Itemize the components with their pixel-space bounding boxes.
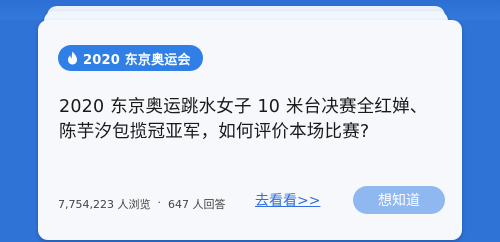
topic-tag-label: 2020 东京奥运会 <box>83 52 191 68</box>
question-card[interactable]: 2020 东京奥运会 2020 东京奥运跳水女子 10 米台决赛全红婵、 陈芋汐… <box>38 20 462 240</box>
flame-icon <box>68 51 77 65</box>
go-see-link[interactable]: 去看看>> <box>255 190 320 210</box>
question-line-1: 2020 东京奥运跳水女子 10 米台决赛全红婵、 <box>59 97 428 117</box>
question-title[interactable]: 2020 东京奥运跳水女子 10 米台决赛全红婵、 陈芋汐包揽冠亚军，如何评价本… <box>59 95 455 145</box>
answer-count: 647 人回答 <box>167 198 226 211</box>
topic-tag[interactable]: 2020 东京奥运会 <box>58 45 203 71</box>
question-line-2: 陈芋汐包揽冠亚军，如何评价本场比赛? <box>59 122 370 142</box>
stats-separator: · <box>157 196 161 209</box>
view-count: 7,754,223 人浏览 <box>58 198 151 211</box>
question-stats: 7,754,223 人浏览 · 647 人回答 <box>58 196 225 212</box>
want-to-know-button[interactable]: 想知道 <box>353 186 445 214</box>
